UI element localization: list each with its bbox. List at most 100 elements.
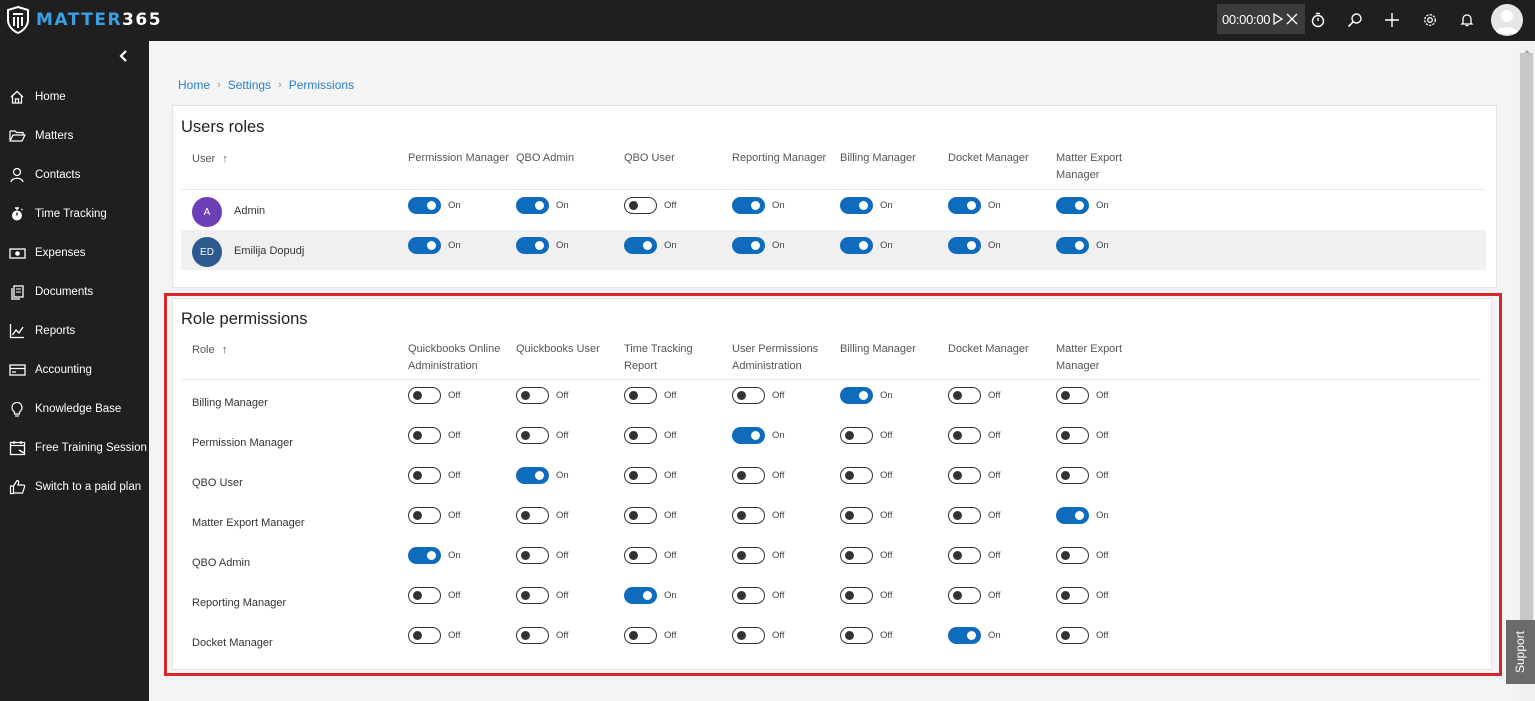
sidebar-item-reports[interactable]: Reports bbox=[0, 318, 149, 344]
user-column-header[interactable]: User ↑ bbox=[192, 153, 228, 165]
permission-toggle[interactable] bbox=[624, 197, 657, 214]
permission-toggle[interactable] bbox=[408, 467, 441, 484]
bell-icon[interactable] bbox=[1457, 10, 1477, 30]
permission-toggle[interactable] bbox=[948, 627, 981, 644]
permission-toggle[interactable] bbox=[732, 237, 765, 254]
app-logo[interactable]: MATTER365 bbox=[6, 5, 162, 35]
permission-toggle[interactable] bbox=[408, 547, 441, 564]
permission-toggle[interactable] bbox=[624, 387, 657, 404]
permission-toggle[interactable] bbox=[840, 467, 873, 484]
permission-toggle[interactable] bbox=[1056, 467, 1089, 484]
permission-toggle[interactable] bbox=[732, 467, 765, 484]
permission-toggle[interactable] bbox=[948, 547, 981, 564]
permission-toggle[interactable] bbox=[948, 467, 981, 484]
permission-toggle[interactable] bbox=[624, 507, 657, 524]
permission-toggle[interactable] bbox=[624, 627, 657, 644]
sidebar-item-accounting[interactable]: Accounting bbox=[0, 357, 149, 383]
permission-toggle[interactable] bbox=[516, 197, 549, 214]
permission-toggle[interactable] bbox=[624, 587, 657, 604]
permission-toggle[interactable] bbox=[1056, 387, 1089, 404]
permission-toggle[interactable] bbox=[840, 507, 873, 524]
user-name[interactable]: Admin bbox=[234, 205, 265, 217]
sidebar-item-contacts[interactable]: Contacts bbox=[0, 162, 149, 188]
permission-toggle[interactable] bbox=[1056, 547, 1089, 564]
permission-toggle[interactable] bbox=[732, 507, 765, 524]
permission-toggle[interactable] bbox=[840, 387, 873, 404]
permission-toggle[interactable] bbox=[516, 627, 549, 644]
user-avatar[interactable]: A bbox=[192, 197, 222, 227]
permission-toggle[interactable] bbox=[1056, 237, 1089, 254]
collapse-sidebar-icon[interactable] bbox=[117, 49, 131, 63]
permission-toggle[interactable] bbox=[840, 197, 873, 214]
permission-toggle[interactable] bbox=[516, 587, 549, 604]
column-header-line: QBO Admin bbox=[516, 152, 575, 164]
permission-toggle[interactable] bbox=[516, 467, 549, 484]
permission-toggle[interactable] bbox=[732, 387, 765, 404]
close-icon[interactable] bbox=[1286, 13, 1298, 25]
sidebar-item-knowledge-base[interactable]: Knowledge Base bbox=[0, 396, 149, 422]
permission-toggle[interactable] bbox=[1056, 427, 1089, 444]
permission-toggle[interactable] bbox=[732, 627, 765, 644]
toggle-knob bbox=[737, 631, 746, 640]
permission-toggle[interactable] bbox=[948, 197, 981, 214]
sidebar-item-switch-paid-plan[interactable]: Switch to a paid plan bbox=[0, 474, 149, 500]
toggle-state-label: Off bbox=[664, 470, 677, 481]
permission-toggle[interactable] bbox=[1056, 507, 1089, 524]
permission-toggle[interactable] bbox=[624, 237, 657, 254]
permission-toggle[interactable] bbox=[1056, 627, 1089, 644]
permission-toggle[interactable] bbox=[840, 587, 873, 604]
permission-toggle[interactable] bbox=[408, 627, 441, 644]
search-icon[interactable] bbox=[1345, 10, 1365, 30]
permission-toggle[interactable] bbox=[732, 547, 765, 564]
sidebar-item-matters[interactable]: Matters bbox=[0, 123, 149, 149]
permission-toggle[interactable] bbox=[624, 427, 657, 444]
user-avatar[interactable]: ED bbox=[192, 237, 222, 267]
breadcrumb-settings-link[interactable]: Settings bbox=[228, 78, 271, 92]
stopwatch-icon[interactable] bbox=[1308, 10, 1328, 30]
scrollbar-thumb[interactable] bbox=[1520, 53, 1533, 633]
permission-toggle[interactable] bbox=[948, 507, 981, 524]
user-avatar[interactable] bbox=[1491, 4, 1523, 36]
permission-toggle[interactable] bbox=[624, 547, 657, 564]
permission-toggle[interactable] bbox=[732, 197, 765, 214]
column-header: Docket Manager bbox=[948, 341, 1029, 358]
sidebar-item-free-training-session[interactable]: Free Training Session bbox=[0, 435, 149, 461]
permission-toggle[interactable] bbox=[840, 627, 873, 644]
sidebar-item-documents[interactable]: Documents bbox=[0, 279, 149, 305]
gear-icon[interactable] bbox=[1420, 10, 1440, 30]
play-icon[interactable] bbox=[1273, 13, 1284, 25]
permission-toggle[interactable] bbox=[516, 427, 549, 444]
permission-toggle[interactable] bbox=[1056, 197, 1089, 214]
permission-toggle[interactable] bbox=[1056, 587, 1089, 604]
role-column-header[interactable]: Role ↑ bbox=[192, 344, 227, 356]
permission-toggle[interactable] bbox=[948, 427, 981, 444]
permission-toggle[interactable] bbox=[408, 197, 441, 214]
permission-toggle[interactable] bbox=[408, 427, 441, 444]
permission-toggle[interactable] bbox=[840, 427, 873, 444]
sidebar-item-expenses[interactable]: Expenses bbox=[0, 240, 149, 266]
permission-toggle[interactable] bbox=[840, 547, 873, 564]
permission-toggle[interactable] bbox=[408, 237, 441, 254]
permission-toggle[interactable] bbox=[408, 587, 441, 604]
permission-toggle[interactable] bbox=[948, 387, 981, 404]
permission-toggle[interactable] bbox=[516, 507, 549, 524]
breadcrumb-home-link[interactable]: Home bbox=[178, 78, 210, 92]
permission-toggle[interactable] bbox=[948, 237, 981, 254]
permission-toggle[interactable] bbox=[732, 587, 765, 604]
permission-toggle[interactable] bbox=[408, 507, 441, 524]
plus-icon[interactable] bbox=[1382, 10, 1402, 30]
permission-toggle[interactable] bbox=[408, 387, 441, 404]
permission-toggle[interactable] bbox=[840, 237, 873, 254]
permission-toggle[interactable] bbox=[516, 547, 549, 564]
timer-widget[interactable]: 00:00:00 bbox=[1217, 4, 1305, 34]
permission-toggle[interactable] bbox=[516, 387, 549, 404]
permission-toggle[interactable] bbox=[516, 237, 549, 254]
user-name[interactable]: Emilija Dopudj bbox=[234, 245, 304, 257]
permission-toggle[interactable] bbox=[624, 467, 657, 484]
sidebar-item-home[interactable]: Home bbox=[0, 84, 149, 110]
support-tab[interactable]: Support bbox=[1506, 620, 1535, 684]
sidebar-item-time-tracking[interactable]: Time Tracking bbox=[0, 201, 149, 227]
permission-toggle[interactable] bbox=[948, 587, 981, 604]
permission-toggle[interactable] bbox=[732, 427, 765, 444]
permission-toggle-cell: Off bbox=[624, 197, 677, 214]
